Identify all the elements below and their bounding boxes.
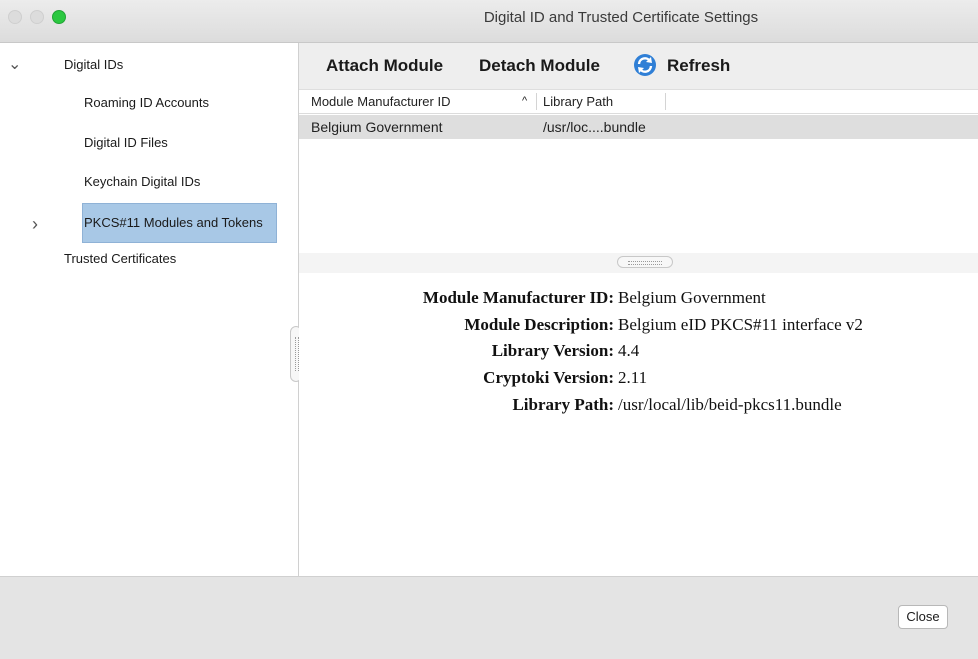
- column-header-library-path[interactable]: Library Path: [543, 94, 613, 109]
- column-divider[interactable]: [665, 93, 666, 110]
- minimize-window-button[interactable]: [30, 10, 44, 24]
- chevron-down-icon[interactable]: ⌄: [8, 57, 21, 73]
- chevron-right-icon[interactable]: ›: [32, 215, 38, 233]
- footer-bar: [0, 576, 978, 659]
- table-row[interactable]: Belgium Government /usr/loc....bundle: [299, 115, 978, 139]
- detail-value-library-version: 4.4: [618, 341, 640, 360]
- detail-value-description: Belgium eID PKCS#11 interface v2: [618, 315, 863, 334]
- sidebar-item-digital-id-files[interactable]: Digital ID Files: [84, 135, 168, 150]
- column-divider[interactable]: [536, 93, 537, 110]
- window-title: Digital ID and Trusted Certificate Setti…: [483, 9, 759, 26]
- sidebar-tree: ⌄ Digital IDs Roaming ID Accounts Digita…: [0, 43, 302, 576]
- maximize-window-button[interactable]: [52, 10, 66, 24]
- close-button[interactable]: Close: [898, 605, 948, 629]
- detail-value-manufacturer: Belgium Government: [618, 288, 766, 307]
- cell-library-path: /usr/loc....bundle: [543, 119, 646, 135]
- detail-value-cryptoki-version: 2.11: [618, 368, 648, 387]
- horizontal-splitter-handle[interactable]: [617, 256, 673, 268]
- refresh-button[interactable]: Refresh: [667, 56, 730, 76]
- title-bar: Digital ID and Trusted Certificate Setti…: [0, 0, 978, 43]
- main-panel: Attach Module Detach Module Refresh Modu…: [299, 43, 978, 576]
- sidebar-item-keychain-digital-ids[interactable]: Keychain Digital IDs: [84, 174, 200, 189]
- grip-icon: [628, 261, 662, 265]
- sidebar-item-pkcs11-modules[interactable]: PKCS#11 Modules and Tokens: [84, 215, 263, 230]
- detail-key-description: Module Description:: [464, 315, 614, 334]
- detail-value-library-path: /usr/local/lib/beid-pkcs11.bundle: [618, 395, 842, 414]
- detach-module-button[interactable]: Detach Module: [479, 56, 600, 76]
- close-window-button[interactable]: [8, 10, 22, 24]
- refresh-icon[interactable]: [633, 53, 657, 77]
- sidebar-item-digital-ids[interactable]: Digital IDs: [64, 57, 123, 72]
- toolbar: Attach Module Detach Module Refresh: [299, 43, 978, 90]
- detail-key-cryptoki-version: Cryptoki Version:: [483, 368, 614, 387]
- settings-window: Digital ID and Trusted Certificate Setti…: [0, 0, 978, 659]
- column-header-manufacturer[interactable]: Module Manufacturer ID: [311, 94, 450, 109]
- sidebar-item-roaming-id-accounts[interactable]: Roaming ID Accounts: [84, 95, 209, 110]
- detail-key-library-path: Library Path:: [512, 395, 614, 414]
- detail-key-library-version: Library Version:: [491, 341, 614, 360]
- detail-key-manufacturer: Module Manufacturer ID:: [422, 288, 614, 307]
- attach-module-button[interactable]: Attach Module: [326, 56, 443, 76]
- sidebar-item-trusted-certificates[interactable]: Trusted Certificates: [64, 251, 176, 266]
- table-header: Module Manufacturer ID ^ Library Path: [299, 90, 978, 114]
- sort-ascending-icon[interactable]: ^: [522, 95, 527, 107]
- cell-manufacturer: Belgium Government: [311, 119, 443, 135]
